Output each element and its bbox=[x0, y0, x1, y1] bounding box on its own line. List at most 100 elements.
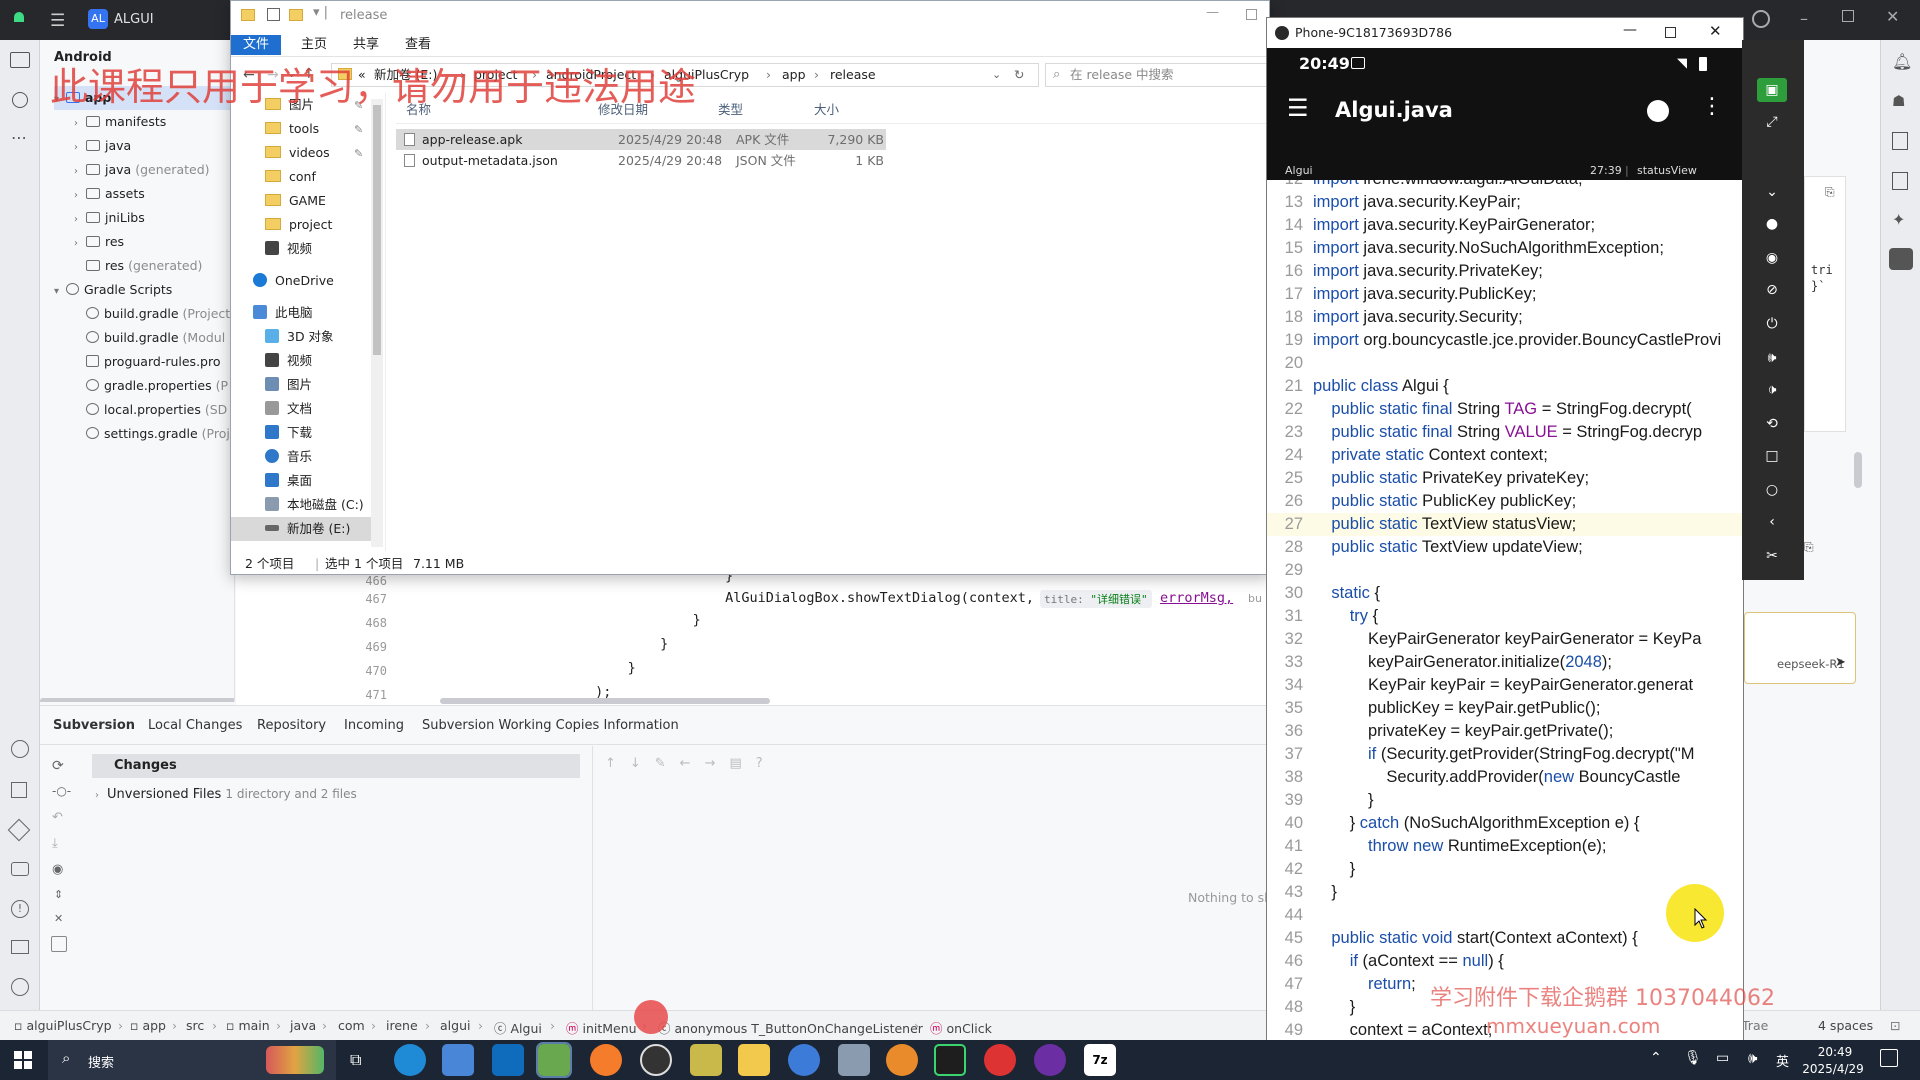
power-icon[interactable]: ⏻ bbox=[1757, 312, 1787, 336]
file-row[interactable]: output-metadata.json 2025/4/29 20:48 JSO… bbox=[396, 150, 886, 171]
update-icon[interactable]: ⤓ bbox=[52, 836, 58, 851]
nav-item-onedrive[interactable]: OneDrive bbox=[253, 269, 334, 293]
nav-scroll-thumb[interactable] bbox=[373, 105, 381, 355]
tree-item-java[interactable]: › java bbox=[74, 134, 131, 158]
send-icon[interactable]: ➤ bbox=[1835, 655, 1846, 670]
tree-item-jnilibs[interactable]: › jniLibs bbox=[74, 206, 145, 230]
nav-item-downloads[interactable]: 下载 bbox=[265, 421, 312, 445]
nav-item-documents[interactable]: 文档 bbox=[265, 397, 312, 421]
status-trae[interactable]: Trae bbox=[1742, 1018, 1768, 1033]
tree-item-build-gradle-project[interactable]: build.gradle (Project bbox=[86, 302, 230, 326]
network-icon[interactable]: ▭ bbox=[1716, 1050, 1729, 1066]
file-explorer-icon[interactable] bbox=[738, 1044, 770, 1076]
file-row[interactable]: app-release.apk 2025/4/29 20:48 APK 文件 7… bbox=[396, 129, 886, 150]
hide-touch-icon[interactable]: ⊘ bbox=[1757, 278, 1787, 302]
app-icon[interactable] bbox=[690, 1044, 722, 1076]
outlook-icon[interactable] bbox=[492, 1044, 524, 1076]
android-studio-icon[interactable] bbox=[536, 1042, 572, 1078]
nav-item-this-pc[interactable]: 此电脑 bbox=[253, 301, 313, 325]
debug-icon[interactable] bbox=[11, 740, 29, 758]
running-devices-icon[interactable] bbox=[1889, 248, 1913, 270]
address-seg-release[interactable]: release bbox=[830, 64, 876, 86]
nav-item-project[interactable]: project bbox=[265, 213, 332, 237]
show-touch-icon[interactable]: ◉ bbox=[1757, 246, 1787, 270]
home-icon[interactable]: □ bbox=[1757, 444, 1787, 468]
recents-icon[interactable]: ○ bbox=[1757, 478, 1787, 502]
breadcrumb-algui-pkg[interactable]: algui bbox=[440, 1018, 470, 1033]
project-folder-icon[interactable] bbox=[10, 52, 30, 68]
address-dropdown-icon[interactable]: ⌄ bbox=[992, 64, 1001, 86]
breadcrumb-class[interactable]: ⓒ Algui bbox=[494, 1018, 542, 1037]
gradle-icon[interactable]: ☗ bbox=[1892, 92, 1905, 110]
tree-item-proguard[interactable]: proguard-rules.pro bbox=[86, 350, 221, 374]
volume-up-icon[interactable]: 🕪︎ bbox=[1757, 346, 1787, 370]
project-hscroll[interactable] bbox=[40, 698, 234, 702]
device-explorer-icon[interactable] bbox=[1892, 172, 1908, 190]
quick-access-dropdown-icon[interactable]: ▾ | bbox=[313, 5, 328, 20]
breadcrumb-anonymous[interactable]: ⓒ anonymous T_ButtonOnChangeListener bbox=[658, 1018, 923, 1037]
breadcrumb-java[interactable]: java bbox=[290, 1018, 316, 1033]
breadcrumb-method[interactable]: ⓜ initMenu bbox=[566, 1018, 637, 1037]
device-icon[interactable]: ▣ bbox=[1757, 78, 1787, 102]
logcat-icon[interactable] bbox=[11, 862, 29, 876]
windows-start-icon[interactable] bbox=[14, 1051, 32, 1069]
tree-item-build-gradle-module[interactable]: build.gradle (Modul bbox=[86, 326, 225, 350]
problems-icon[interactable]: ! bbox=[11, 900, 29, 918]
rotate-icon[interactable]: ⟲ bbox=[1757, 412, 1787, 436]
indent-setting[interactable]: 4 spaces bbox=[1818, 1018, 1873, 1033]
taskbar-search[interactable]: ⌕ 搜索 bbox=[48, 1040, 336, 1080]
close-ide-icon[interactable]: ✕ bbox=[1886, 7, 1899, 26]
volume-icon[interactable]: 🕪︎ bbox=[1748, 1049, 1757, 1067]
nav-item-desktop[interactable]: 桌面 bbox=[265, 469, 312, 493]
device-manager-icon[interactable] bbox=[1892, 132, 1908, 150]
tray-overflow-icon[interactable]: ⌃ bbox=[1650, 1050, 1662, 1066]
refresh-address-icon[interactable]: ↻ bbox=[1014, 64, 1024, 86]
chat-input[interactable]: eepseek-R1 ➤ bbox=[1744, 612, 1856, 684]
nav-item-music[interactable]: 音乐 bbox=[265, 445, 312, 469]
group-by-icon[interactable] bbox=[51, 936, 67, 952]
screenshot-icon[interactable]: ✂ bbox=[1757, 544, 1787, 568]
commit-icon[interactable]: -○- bbox=[52, 784, 71, 798]
address-seg-app[interactable]: app bbox=[782, 64, 806, 86]
tool-icon[interactable] bbox=[838, 1044, 870, 1076]
tray-date[interactable]: 2025/4/29 bbox=[1798, 1062, 1868, 1076]
properties-icon[interactable] bbox=[267, 8, 280, 21]
ribbon-tab-view[interactable]: 查看 bbox=[393, 35, 443, 55]
nav-item-videos[interactable]: videos bbox=[265, 141, 330, 165]
code-editor[interactable] bbox=[236, 560, 1266, 705]
notification-center-icon[interactable] bbox=[1880, 1049, 1898, 1067]
tab-local-changes[interactable]: Local Changes bbox=[148, 718, 242, 733]
more-tools-icon[interactable]: ⋯ bbox=[11, 128, 27, 147]
edge-icon[interactable] bbox=[394, 1044, 426, 1076]
git-icon[interactable] bbox=[11, 978, 29, 996]
tree-item-res[interactable]: › res bbox=[74, 230, 124, 254]
expand-down-icon[interactable]: ⌄ bbox=[1757, 180, 1787, 204]
phone-close-icon[interactable]: ✕ bbox=[1709, 22, 1722, 40]
pycharm-icon[interactable] bbox=[934, 1044, 966, 1076]
build-icon[interactable] bbox=[11, 782, 27, 798]
column-header-type[interactable]: 类型 bbox=[718, 99, 743, 118]
unversioned-node[interactable]: › Unversioned Files 1 directory and 2 fil… bbox=[95, 782, 357, 808]
nav-scrollbar[interactable] bbox=[371, 99, 383, 547]
nav-item-conf[interactable]: conf bbox=[265, 165, 316, 189]
nav-item-drive-c[interactable]: 本地磁盘 (C:) bbox=[265, 493, 364, 517]
hamburger-menu-icon[interactable]: ☰ bbox=[1287, 94, 1309, 122]
search-tool-icon[interactable] bbox=[886, 1044, 918, 1076]
7zip-icon[interactable]: 7z bbox=[1084, 1044, 1116, 1076]
chat-copy-icon-2[interactable]: ⎘ bbox=[1804, 540, 1824, 560]
task-view-icon[interactable]: ⧉ bbox=[350, 1050, 361, 1070]
nav-item-tools[interactable]: tools bbox=[265, 117, 319, 141]
main-menu-icon[interactable]: ☰ bbox=[50, 11, 65, 31]
app-store-icon[interactable] bbox=[788, 1044, 820, 1076]
tree-item-settings-gradle[interactable]: settings.gradle (Proj bbox=[86, 422, 230, 446]
back-nav-icon[interactable]: ‹ bbox=[1757, 510, 1787, 534]
minimize-ide-icon[interactable]: – bbox=[1800, 9, 1808, 28]
tree-item-gradle-scripts[interactable]: ▾ Gradle Scripts bbox=[54, 278, 172, 302]
project-name[interactable]: ALGUI bbox=[114, 12, 154, 27]
volume-down-icon[interactable]: 🕩︎ bbox=[1757, 378, 1787, 402]
collapse-icon[interactable]: ✕ bbox=[54, 912, 63, 925]
lock-icon[interactable]: ⊡ bbox=[1890, 1018, 1900, 1033]
maximize-ide-icon[interactable] bbox=[1842, 10, 1854, 22]
ribbon-tab-file[interactable]: 文件 bbox=[231, 35, 282, 55]
nav-item-3d-objects[interactable]: 3D 对象 bbox=[265, 325, 334, 349]
